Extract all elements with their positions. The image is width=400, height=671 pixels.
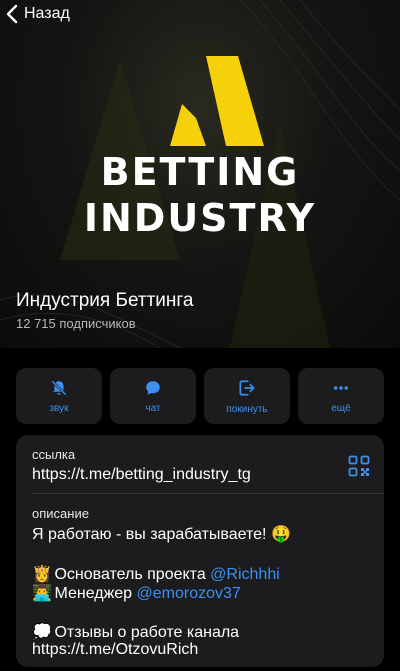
chevron-left-icon <box>6 4 18 24</box>
leave-icon <box>239 380 255 395</box>
manager-handle-link[interactable]: @emorozov37 <box>137 585 241 602</box>
logo-text-line2: INDUSTRY <box>83 196 317 240</box>
founder-handle-link[interactable]: @Richhhi <box>210 566 280 583</box>
chat-label: чат <box>145 402 161 414</box>
info-divider <box>32 493 384 494</box>
betting-industry-logo <box>170 56 264 146</box>
channel-info-card: ссылка https://t.me/betting_industry_tg … <box>16 435 384 667</box>
subscriber-count: 12 715 подписчиков <box>16 316 136 331</box>
back-label: Назад <box>24 5 70 22</box>
logo-text-line1: BETTING <box>100 150 300 194</box>
chat-bubble-icon <box>146 380 160 395</box>
chat-button[interactable]: чат <box>110 368 196 424</box>
leave-label: покинуть <box>226 403 268 415</box>
mute-button[interactable]: звук <box>16 368 102 424</box>
bell-off-icon <box>51 379 67 396</box>
more-label: ещё <box>331 402 351 414</box>
qr-code-icon[interactable] <box>348 455 370 477</box>
manager-line: 👨‍💻 Менеджер @emorozov37 <box>32 583 241 603</box>
reviews-line: 💭 Отзывы о работе канала <box>32 622 239 642</box>
founder-line: 👸 Основатель проекта @Richhhi <box>32 564 280 584</box>
channel-title: Индустрия Беттинга <box>16 290 194 311</box>
reviews-link[interactable]: https://t.me/OtzovuRich <box>32 641 198 659</box>
description-line-1: Я работаю - вы зарабатываете! 🤑 <box>32 526 291 543</box>
mute-label: звук <box>49 402 69 414</box>
crown-emoji: 👸 <box>32 566 52 583</box>
channel-header: Назад BETTING INDUSTRY Индустрия Беттинг… <box>0 0 400 348</box>
founder-text: Основатель проекта <box>54 566 211 583</box>
description-section-label: описание <box>32 506 89 521</box>
back-button[interactable]: Назад <box>6 2 70 26</box>
more-icon <box>334 385 348 390</box>
manager-text: Менеджер <box>54 585 137 602</box>
thought-balloon-emoji: 💭 <box>32 624 52 641</box>
reviews-text: Отзывы о работе канала <box>54 624 240 641</box>
link-section-label: ссылка <box>32 447 76 462</box>
action-bar: звук чат покинуть ещё <box>16 368 384 424</box>
more-button[interactable]: ещё <box>298 368 384 424</box>
leave-button[interactable]: покинуть <box>204 368 290 424</box>
channel-link[interactable]: https://t.me/betting_industry_tg <box>32 466 251 484</box>
technologist-emoji: 👨‍💻 <box>32 585 52 602</box>
